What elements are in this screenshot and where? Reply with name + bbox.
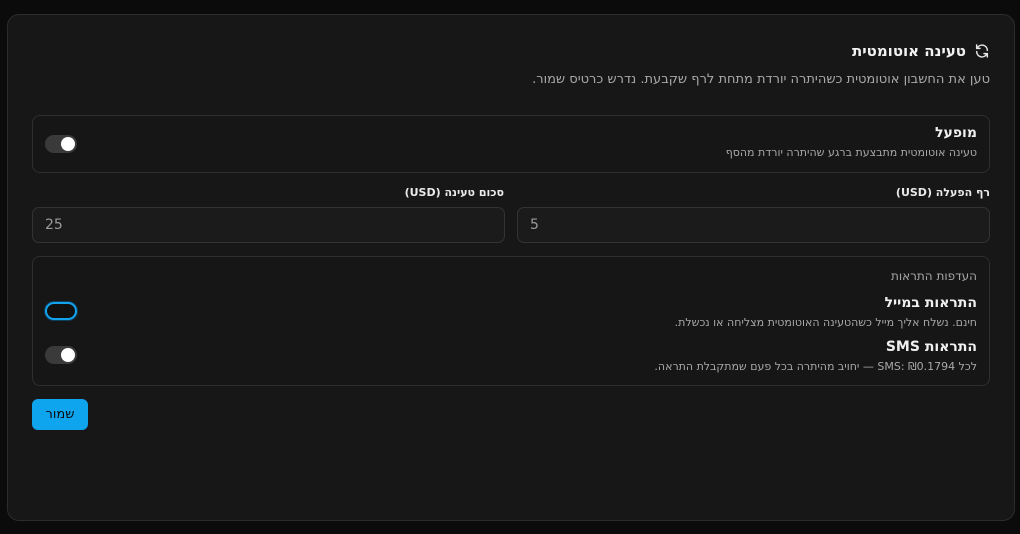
sms-notifications-title: התראות SMS (885, 339, 977, 355)
toggle-knob (61, 348, 75, 362)
threshold-label: רף הפעלה (USD) (895, 186, 990, 199)
amount-label: סכום טעינה (USD) (404, 186, 504, 199)
enabled-description: טעינה אוטומטית מתבצעת ברגע שהיתרה יורדת … (725, 146, 977, 159)
enabled-toggle[interactable] (45, 135, 77, 153)
card-header: טעינה אוטומטית (852, 42, 990, 60)
toggle-knob (48, 305, 60, 317)
toggle-knob (61, 137, 75, 151)
sms-notifications-description: לכל SMS: ₪0.1794 — יחויב מהיתרה בכל פעם … (654, 360, 977, 373)
enabled-row: מופעל טעינה אוטומטית מתבצעת ברגע שהיתרה … (32, 115, 990, 173)
page-title: טעינה אוטומטית (851, 42, 966, 60)
page-subtitle: טען את החשבון אוטומטית כשהיתרה יורדת מתח… (532, 72, 990, 87)
email-notifications-description: חינם. נשלח אליך מייל כשהטעינה האוטומטית … (674, 316, 977, 329)
email-notifications-toggle[interactable] (45, 302, 77, 320)
save-button[interactable]: שמור (32, 399, 88, 430)
notification-preferences: העדפות התראות התראות במייל חינם. נשלח אל… (32, 256, 990, 386)
auto-recharge-card: טעינה אוטומטית טען את החשבון אוטומטית כש… (7, 14, 1015, 521)
enabled-title: מופעל (935, 125, 977, 141)
refresh-icon (975, 44, 989, 58)
amount-input[interactable] (32, 207, 505, 243)
notification-section-title: העדפות התראות (890, 269, 977, 283)
threshold-input[interactable] (517, 207, 990, 243)
email-notifications-title: התראות במייל (884, 295, 977, 311)
sms-notifications-toggle[interactable] (45, 346, 77, 364)
